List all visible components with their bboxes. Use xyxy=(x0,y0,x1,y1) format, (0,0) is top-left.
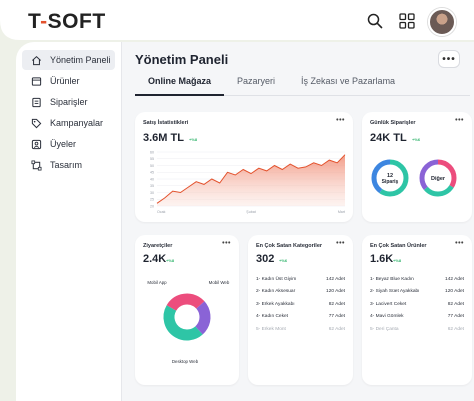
list-item[interactable]: 4- Mavi Gömlek 77 Adet xyxy=(370,311,464,324)
card-title: Satış İstatistikleri xyxy=(143,120,189,126)
receipt-icon xyxy=(30,96,42,108)
list-item[interactable]: 2- Siyah Süet Ayakkabı 120 Adet xyxy=(370,286,464,299)
pie-label: Mobil App xyxy=(147,280,167,285)
card-menu-button[interactable]: ••• xyxy=(455,240,464,247)
list-item[interactable]: 1- Kadın Üst Giyim 142 Adet xyxy=(256,273,345,286)
sidebar-item-label: Ürünler xyxy=(50,76,80,86)
tab-marketplace[interactable]: Pazaryeri xyxy=(224,72,288,96)
sales-change: +%8 xyxy=(189,137,198,142)
sales-area-chart: 60 55 50 45 40 35 30 25 20Ocak Şubat Mart xyxy=(150,150,346,214)
products-change: +%8 xyxy=(393,258,402,263)
orders-donuts: 12 Sipariş Diğer xyxy=(371,159,457,197)
list-item[interactable]: 4- Kadın Ceket 77 Adet xyxy=(256,311,345,324)
y-tick-label: 25 xyxy=(150,198,154,202)
logo[interactable]: T-SOFT xyxy=(28,10,106,34)
list-item[interactable]: 3- Lacivert Ceket 82 Adet xyxy=(370,298,464,311)
search-icon[interactable] xyxy=(366,12,384,30)
top-categories-card: En Çok Satan Kategoriler ••• 302 +%6 1- … xyxy=(248,235,353,385)
sidebar-item-label: Kampanyalar xyxy=(50,118,104,128)
tab-bar: Online Mağaza Pazaryeri İş Zekası ve Paz… xyxy=(135,72,470,96)
sales-value: 3.6M TL xyxy=(143,132,184,144)
sidebar: Yönetim Paneli Ürünler Siparişler Kampan… xyxy=(16,42,122,401)
y-tick-label: 60 xyxy=(150,150,154,154)
avatar[interactable] xyxy=(428,8,456,36)
visitors-change: +%8 xyxy=(166,258,175,263)
list-item[interactable]: 3- Erkek Ayakkabı 82 Adet xyxy=(256,298,345,311)
home-icon xyxy=(30,54,42,66)
list-item[interactable]: 5- Deri Çanta 62 Adet xyxy=(370,323,464,336)
tab-online-store[interactable]: Online Mağaza xyxy=(135,72,225,96)
products-value: 1.6K xyxy=(370,253,394,265)
categories-value: 302 xyxy=(256,253,275,265)
sidebar-item-label: Yönetim Paneli xyxy=(50,55,111,65)
donut-center-label: Sipariş xyxy=(382,179,399,185)
sidebar-item-members[interactable]: Üyeler xyxy=(22,134,115,154)
sidebar-item-design[interactable]: Tasarım xyxy=(22,155,115,175)
list-item[interactable]: 2- Kadın Aksesuar 120 Adet xyxy=(256,286,345,299)
tag-icon xyxy=(30,117,42,129)
y-tick-label: 55 xyxy=(150,157,154,161)
y-tick-label: 20 xyxy=(150,204,154,208)
list-item[interactable]: 1- Beyaz Blue Kadın 142 Adet xyxy=(370,273,464,286)
card-title: En Çok Satan Kategoriler xyxy=(256,243,323,249)
product-list: 1- Beyaz Blue Kadın 142 Adet 2- Siyah Süe… xyxy=(370,273,464,336)
pie-label: Mobil Web xyxy=(209,280,230,285)
card-menu-button[interactable]: ••• xyxy=(222,240,231,247)
card-menu-button[interactable]: ••• xyxy=(336,240,345,247)
top-products-card: En Çok Satan Ürünler ••• 1.6K +%8 1- Bey… xyxy=(362,235,472,385)
x-tick-label: Şubat xyxy=(246,210,255,214)
design-icon xyxy=(30,159,42,171)
tab-business-intelligence[interactable]: İş Zekası ve Pazarlama xyxy=(288,72,408,96)
visitors-pie-chart: Mobil App Mobil Web Desktop Web xyxy=(147,280,230,364)
card-menu-button[interactable]: ••• xyxy=(455,117,464,124)
y-tick-label: 35 xyxy=(150,184,154,188)
sidebar-item-products[interactable]: Ürünler xyxy=(22,71,115,91)
daily-orders-card: Günlük Siparişler ••• 24K TL +%6 12 Sipa… xyxy=(362,112,472,222)
x-tick-label: Mart xyxy=(338,210,345,214)
box-icon xyxy=(30,75,42,87)
card-title: Günlük Siparişler xyxy=(370,120,416,126)
grid-icon[interactable] xyxy=(398,12,416,30)
orders-change: +%6 xyxy=(412,137,421,142)
categories-change: +%6 xyxy=(279,258,288,263)
card-title: Ziyaretçiler xyxy=(143,243,173,249)
sidebar-item-label: Tasarım xyxy=(50,160,83,170)
visitors-card: Ziyaretçiler ••• 2.4K +%8 Mobil App Mobil… xyxy=(135,235,239,385)
page-title: Yönetim Paneli xyxy=(135,52,229,67)
visitors-value: 2.4K xyxy=(143,253,167,265)
category-list: 1- Kadın Üst Giyim 142 Adet 2- Kadın Akse… xyxy=(256,273,345,336)
main-content: Yönetim Paneli ••• Online Mağaza Pazarye… xyxy=(122,42,474,401)
y-tick-label: 50 xyxy=(150,164,154,168)
top-bar: T-SOFT xyxy=(0,0,474,44)
y-tick-label: 30 xyxy=(150,191,154,195)
card-menu-button[interactable]: ••• xyxy=(336,117,345,124)
orders-value: 24K TL xyxy=(370,132,407,144)
users-icon xyxy=(30,138,42,150)
sidebar-item-campaigns[interactable]: Kampanyalar xyxy=(22,113,115,133)
sidebar-item-label: Siparişler xyxy=(50,97,88,107)
sidebar-item-label: Üyeler xyxy=(50,139,77,149)
y-tick-label: 45 xyxy=(150,171,154,175)
pie-label: Desktop Web xyxy=(172,359,199,364)
more-options-button[interactable]: ••• xyxy=(438,50,460,68)
series-area xyxy=(157,154,345,206)
sidebar-item-dashboard[interactable]: Yönetim Paneli xyxy=(22,50,115,70)
x-tick-label: Ocak xyxy=(157,210,166,214)
y-tick-label: 40 xyxy=(150,177,154,181)
card-title: En Çok Satan Ürünler xyxy=(370,243,427,249)
sidebar-item-orders[interactable]: Siparişler xyxy=(22,92,115,112)
donut-center-label: Diğer xyxy=(431,176,446,182)
sales-card: Satış İstatistikleri ••• 3.6M TL +%8 60 5… xyxy=(135,112,353,222)
list-item[interactable]: 5- Erkek Mont 62 Adet xyxy=(256,323,345,336)
